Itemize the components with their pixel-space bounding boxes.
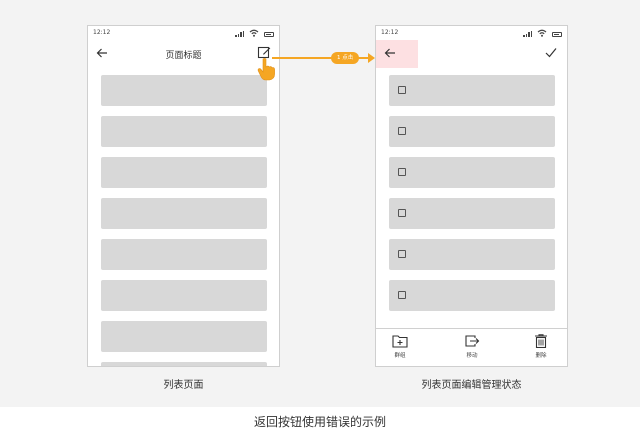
- delete-label: 删除: [535, 353, 547, 359]
- page-title: 页面标题: [165, 51, 202, 61]
- move-label: 移动: [466, 353, 478, 359]
- phone-list-page: 12:12 页面标题: [87, 25, 280, 367]
- phone-edit-state: 12:12 群组 移动 删除: [375, 25, 568, 367]
- annotation-arrow: [368, 53, 375, 63]
- battery-icon: [264, 32, 274, 37]
- signal-icon: [523, 30, 532, 37]
- signal-icon: [235, 30, 244, 37]
- list-item[interactable]: [101, 116, 267, 147]
- list-item[interactable]: [101, 239, 267, 270]
- wifi-icon: [537, 29, 547, 37]
- list-item[interactable]: [389, 198, 555, 229]
- nav-bar: 页面标题: [88, 40, 279, 68]
- folder-add-icon: [392, 335, 408, 348]
- list-item[interactable]: [389, 239, 555, 270]
- move-button[interactable]: 移动: [452, 334, 492, 359]
- figure-caption: 返回按钮使用错误的示例: [253, 415, 386, 429]
- list-item[interactable]: [389, 75, 555, 106]
- delete-button[interactable]: 删除: [521, 334, 561, 359]
- status-bar: 12:12: [88, 26, 279, 40]
- list-item[interactable]: [101, 75, 267, 106]
- group-button[interactable]: 群组: [380, 334, 420, 359]
- back-button[interactable]: [382, 46, 398, 60]
- wifi-icon: [249, 29, 259, 37]
- list-item[interactable]: [389, 157, 555, 188]
- status-bar: 12:12: [376, 26, 567, 40]
- back-arrow-icon: [384, 48, 395, 58]
- list-item[interactable]: [101, 157, 267, 188]
- edit-toolbar: 群组 移动 删除: [376, 328, 567, 366]
- check-icon[interactable]: [545, 47, 557, 58]
- status-time: 12:12: [93, 29, 111, 36]
- move-icon: [465, 335, 480, 347]
- item-list: [101, 75, 267, 366]
- list-item[interactable]: [101, 198, 267, 229]
- list-item[interactable]: [389, 116, 555, 147]
- group-label: 群组: [394, 353, 406, 359]
- annotation-badge: 1 点击: [331, 52, 360, 64]
- list-item[interactable]: [389, 280, 555, 311]
- list-item[interactable]: [101, 362, 267, 366]
- right-caption: 列表页面编辑管理状态: [421, 380, 522, 391]
- status-time: 12:12: [381, 29, 399, 36]
- battery-icon: [552, 32, 562, 37]
- left-caption: 列表页面: [163, 380, 204, 391]
- checkbox-icon[interactable]: [398, 209, 406, 217]
- checkbox-icon[interactable]: [398, 250, 406, 258]
- hand-pointer-icon: [257, 58, 275, 81]
- trash-icon: [535, 334, 547, 348]
- checkbox-icon[interactable]: [398, 291, 406, 299]
- list-item[interactable]: [101, 321, 267, 352]
- nav-bar: [376, 40, 567, 68]
- list-item[interactable]: [101, 280, 267, 311]
- checkbox-icon[interactable]: [398, 168, 406, 176]
- checkbox-icon[interactable]: [398, 86, 406, 94]
- checkbox-icon[interactable]: [398, 127, 406, 135]
- item-list: [389, 75, 555, 321]
